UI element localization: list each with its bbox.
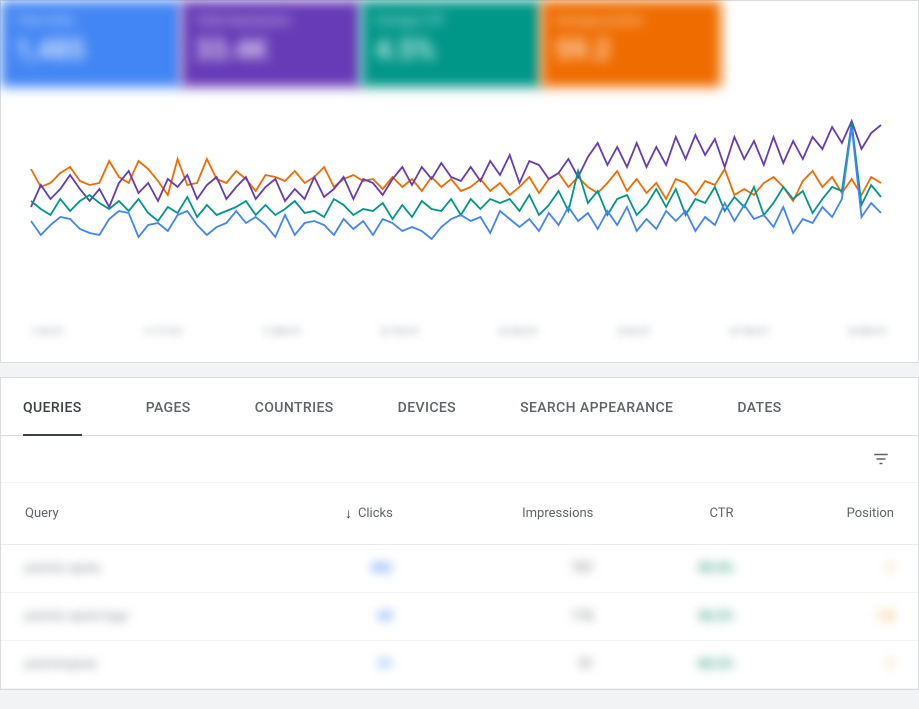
cell-query: premiospine <box>25 657 97 672</box>
cell-ctr: 60.2% <box>698 657 733 672</box>
tile-label: Average position <box>555 13 707 27</box>
tile-value: 59.2 <box>555 33 707 66</box>
col-ctr[interactable]: CTR <box>617 483 757 545</box>
timeseries-chart[interactable] <box>1 87 918 317</box>
x-tick: 2/10/21 <box>380 325 420 338</box>
cell-impressions: 757 <box>571 561 593 576</box>
tile-value: 4.5% <box>375 33 527 66</box>
cell-ctr: 59.4% <box>698 561 733 576</box>
series-position <box>31 159 881 201</box>
tab-countries[interactable]: COUNTRIES <box>255 378 334 435</box>
col-position[interactable]: Position <box>758 483 918 545</box>
cell-clicks: 60 <box>378 609 393 624</box>
cell-clicks: 482 <box>371 561 393 576</box>
tile-label: Total impressions <box>195 13 347 27</box>
x-tick: 3/28/21 <box>848 325 888 338</box>
tab-pages[interactable]: PAGES <box>146 378 191 435</box>
x-tick: 3/4/21 <box>617 325 651 338</box>
tile-ctr[interactable]: Average CTR 4.5% <box>361 1 541 87</box>
performance-card: Total clicks 1,485 Total impressions 33.… <box>0 0 919 363</box>
tile-label: Total clicks <box>15 13 167 27</box>
sort-indicator-icon: ↓ <box>345 505 352 522</box>
col-impressions[interactable]: Impressions <box>417 483 618 545</box>
tab-dates[interactable]: DATES <box>737 378 781 435</box>
x-tick: 2/23/21 <box>499 325 539 338</box>
cell-position: 1 <box>887 561 894 576</box>
tile-value: 33.4K <box>195 33 347 66</box>
tile-position[interactable]: Average position 59.2 <box>541 1 721 87</box>
cell-impressions: 176 <box>571 609 593 624</box>
dimension-tabs: QUERIES PAGES COUNTRIES DEVICES SEARCH APPEA… <box>1 378 918 436</box>
table-row[interactable]: premio spine logo 60 176 36.2% 1.8 <box>1 593 918 641</box>
query-table: Query ↓ Clicks Impressions CTR Position … <box>1 483 918 689</box>
cell-position: 1.8 <box>876 609 894 624</box>
col-query[interactable]: Query <box>1 483 256 545</box>
cell-ctr: 36.2% <box>698 609 733 624</box>
chart-x-axis: 1/6/21 1/17/21 1/28/21 2/10/21 2/23/21 3/4/21… <box>1 317 918 362</box>
cell-impressions: 51 <box>579 657 594 672</box>
tab-queries[interactable]: QUERIES <box>23 378 82 436</box>
tab-search-appearance[interactable]: SEARCH APPEARANCE <box>520 378 673 435</box>
table-row[interactable]: premio spine 482 757 59.4% 1 <box>1 545 918 593</box>
metric-tiles-row: Total clicks 1,485 Total impressions 33.… <box>1 1 918 87</box>
table-row[interactable]: premiospine 31 51 60.2% 1 <box>1 641 918 689</box>
tile-value: 1,485 <box>15 33 167 66</box>
x-tick: 1/6/21 <box>31 325 65 338</box>
x-tick: 1/28/21 <box>262 325 302 338</box>
col-clicks[interactable]: ↓ Clicks <box>256 483 417 545</box>
x-tick: 1/17/21 <box>143 325 183 338</box>
cell-clicks: 31 <box>378 657 393 672</box>
dimension-card: QUERIES PAGES COUNTRIES DEVICES SEARCH APPEA… <box>0 377 919 690</box>
cell-query: premio spine <box>25 561 100 576</box>
tile-clicks[interactable]: Total clicks 1,485 <box>1 1 181 87</box>
cell-query: premio spine logo <box>25 609 128 624</box>
tile-label: Average CTR <box>375 13 527 27</box>
tab-devices[interactable]: DEVICES <box>398 378 456 435</box>
x-tick: 3/18/21 <box>729 325 769 338</box>
filter-icon[interactable] <box>872 450 890 468</box>
tile-impressions[interactable]: Total impressions 33.4K <box>181 1 361 87</box>
cell-position: 1 <box>887 657 894 672</box>
series-ctr <box>31 123 881 221</box>
